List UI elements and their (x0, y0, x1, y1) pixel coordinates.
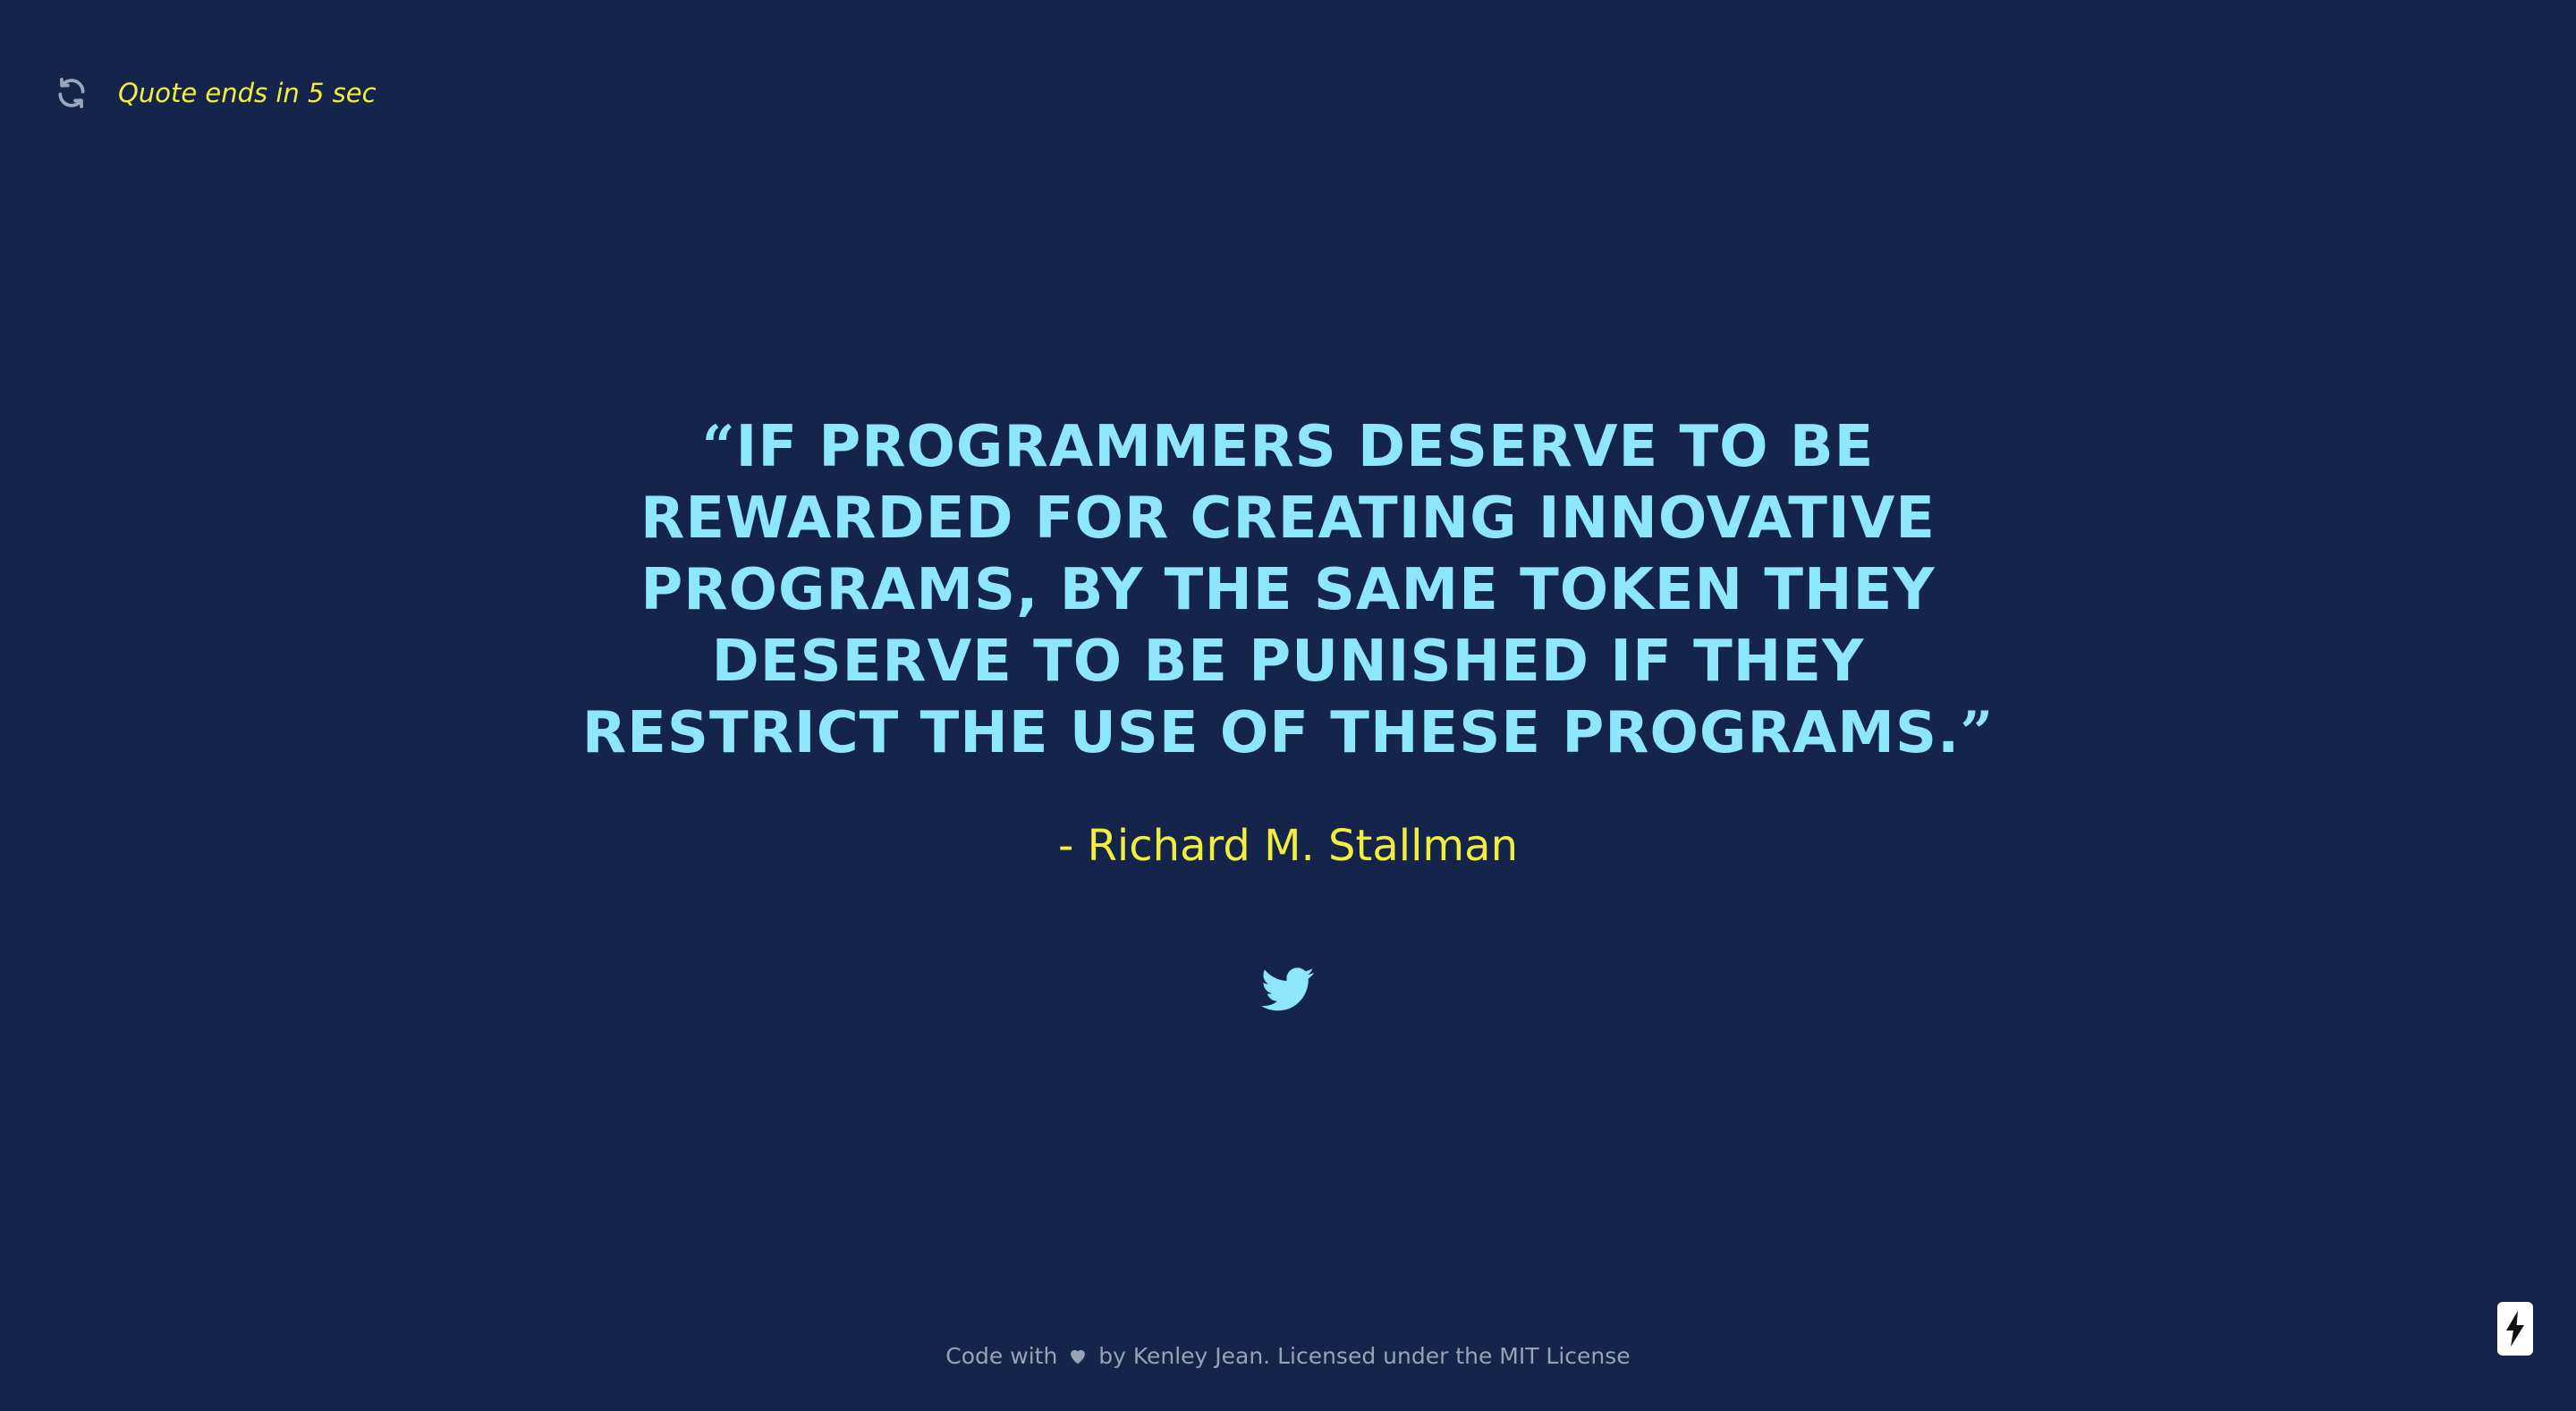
lightning-bolt-icon (2506, 1311, 2524, 1347)
quote-page: Quote ends in 5 sec “If programmers dese… (0, 0, 2576, 1411)
quote-text: “If programmers deserve to be rewarded f… (572, 411, 2004, 769)
open-quote-mark: “ (701, 413, 736, 480)
refresh-button[interactable] (52, 73, 91, 113)
footer-text-before: Code with (945, 1343, 1058, 1369)
quote-body: If programmers deserve to be rewarded fo… (581, 414, 1961, 766)
tweet-quote-button[interactable] (1261, 967, 1315, 1012)
quote-author: - Richard M. Stallman (1057, 821, 1518, 871)
quote-countdown-text: Quote ends in 5 sec (118, 78, 377, 108)
footer-text-after: by Kenley Jean. Licensed under the MIT L… (1098, 1343, 1631, 1369)
refresh-icon (58, 78, 85, 108)
footer-credits: Code with by Kenley Jean. Licensed under… (0, 1343, 2576, 1369)
twitter-icon (1261, 967, 1314, 1011)
bolt-badge[interactable] (2497, 1302, 2533, 1356)
heart-icon (1071, 1349, 1086, 1365)
top-bar: Quote ends in 5 sec (52, 73, 377, 113)
close-quote-mark: ” (1960, 699, 1995, 766)
